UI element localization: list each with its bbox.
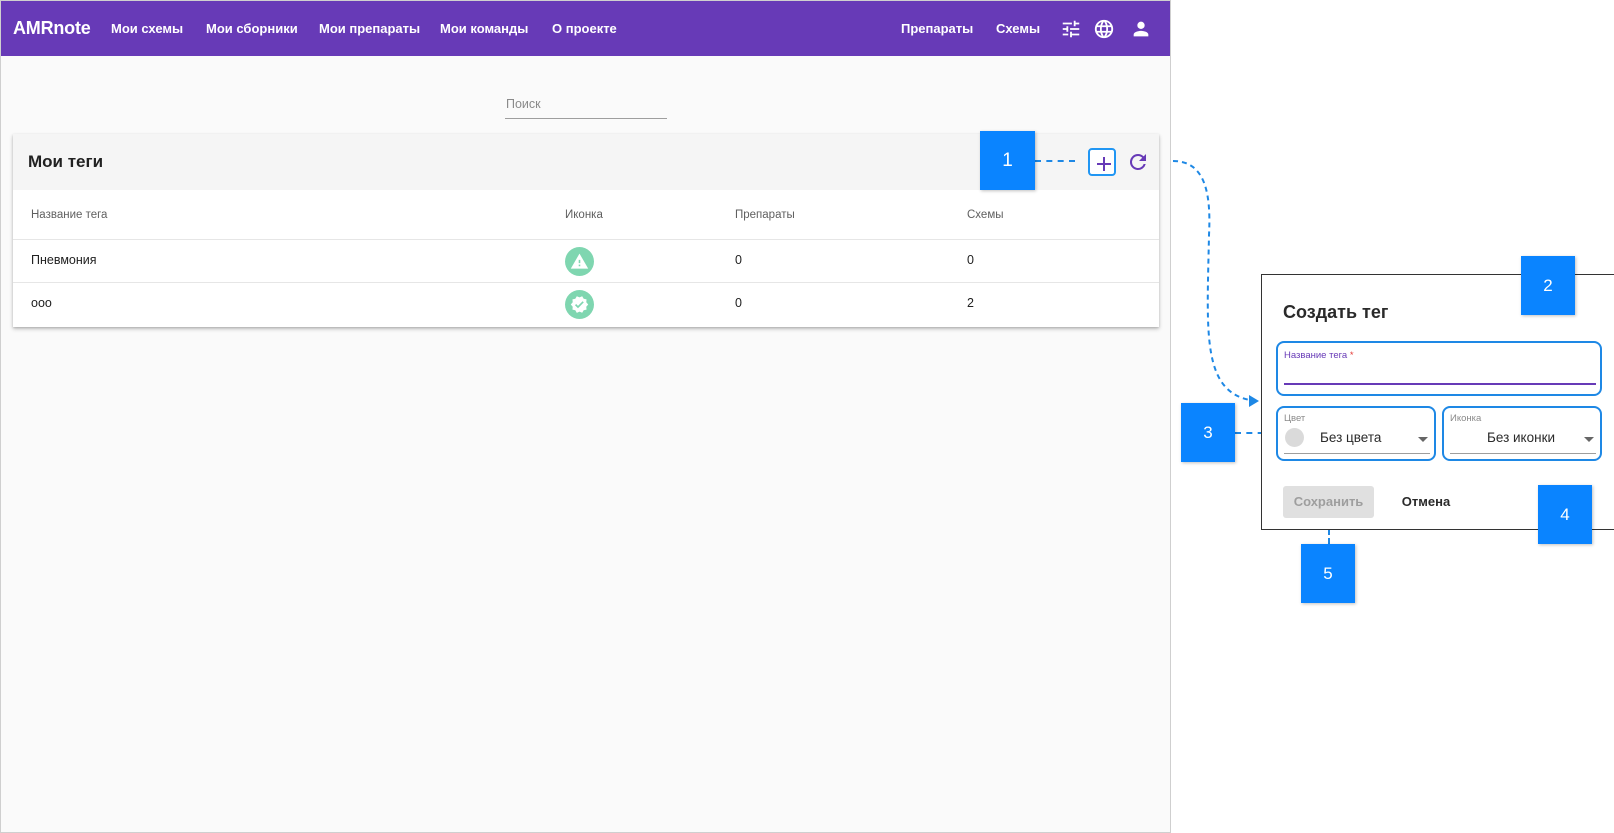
flow-arrow <box>1172 160 1259 407</box>
tag-name-cell: ооо <box>31 296 52 310</box>
search-input[interactable]: Поиск <box>505 95 667 119</box>
nav-my-collections[interactable]: Мои сборники <box>206 21 298 36</box>
globe-icon[interactable] <box>1092 17 1116 41</box>
refresh-icon <box>1129 153 1146 170</box>
plus-icon <box>1097 157 1111 171</box>
col-header-icon[interactable]: Иконка <box>565 209 603 221</box>
tune-icon[interactable] <box>1059 17 1083 41</box>
search-label: Поиск <box>506 97 541 111</box>
callout-badge-2: 2 <box>1521 256 1575 315</box>
preparations-count-cell: 0 <box>735 296 742 310</box>
cancel-button[interactable]: Отмена <box>1394 486 1458 518</box>
chevron-down-icon <box>1584 437 1594 442</box>
user-icon[interactable] <box>1129 17 1153 41</box>
nav-preparations[interactable]: Препараты <box>901 21 973 36</box>
nav-my-preparations[interactable]: Мои препараты <box>319 21 420 36</box>
tag-name-cell: Пневмония <box>31 253 97 267</box>
save-button[interactable]: Сохранить <box>1283 486 1374 518</box>
nav-schemes[interactable]: Схемы <box>996 21 1040 36</box>
icon-select[interactable]: Иконка Без иконки <box>1442 406 1602 461</box>
warning-icon <box>565 247 594 276</box>
tag-name-underline <box>1284 383 1596 385</box>
tag-name-label: Название тега * <box>1284 350 1354 361</box>
row-divider <box>13 282 1159 283</box>
nav-my-teams[interactable]: Мои команды <box>440 21 528 36</box>
callout-badge-3: 3 <box>1181 403 1235 462</box>
add-tag-button[interactable] <box>1088 148 1116 176</box>
col-header-schemes[interactable]: Схемы <box>967 209 1004 221</box>
color-swatch <box>1285 428 1304 447</box>
icon-select-underline <box>1450 453 1596 454</box>
tags-card-title: Мои теги <box>28 152 104 171</box>
annotated-screenshot: AMRnote Мои схемы Мои сборники Мои препа… <box>0 0 1614 833</box>
callout-badge-4: 4 <box>1538 485 1592 544</box>
callout-1-connector <box>1035 160 1075 162</box>
nav-my-schemes[interactable]: Мои схемы <box>111 21 183 36</box>
refresh-button[interactable] <box>1126 150 1150 174</box>
callout-badge-1: 1 <box>980 131 1035 190</box>
chevron-down-icon <box>1418 437 1428 442</box>
color-select-underline <box>1284 453 1430 454</box>
nav-about[interactable]: О проекте <box>552 21 617 36</box>
col-header-preparations[interactable]: Препараты <box>735 209 795 221</box>
color-select[interactable]: Цвет Без цвета <box>1276 406 1436 461</box>
top-app-bar: AMRnote Мои схемы Мои сборники Мои препа… <box>1 1 1170 56</box>
schemes-count-cell: 0 <box>967 253 974 267</box>
color-select-value: Без цвета <box>1320 430 1382 445</box>
color-select-label: Цвет <box>1284 413 1306 424</box>
callout-badge-5: 5 <box>1301 544 1355 603</box>
icon-select-value: Без иконки <box>1487 430 1556 445</box>
schemes-count-cell: 2 <box>967 296 974 310</box>
app-window: AMRnote Мои схемы Мои сборники Мои препа… <box>0 0 1171 833</box>
dialog-title: Создать тег <box>1283 302 1389 322</box>
preparations-count-cell: 0 <box>735 253 742 267</box>
tag-name-field[interactable]: Название тега * <box>1276 341 1602 396</box>
brand-logo[interactable]: AMRnote <box>13 18 91 39</box>
col-header-name[interactable]: Название тега <box>31 209 107 221</box>
row-divider <box>13 239 1159 240</box>
icon-select-label: Иконка <box>1450 413 1482 424</box>
verified-icon <box>565 290 594 319</box>
